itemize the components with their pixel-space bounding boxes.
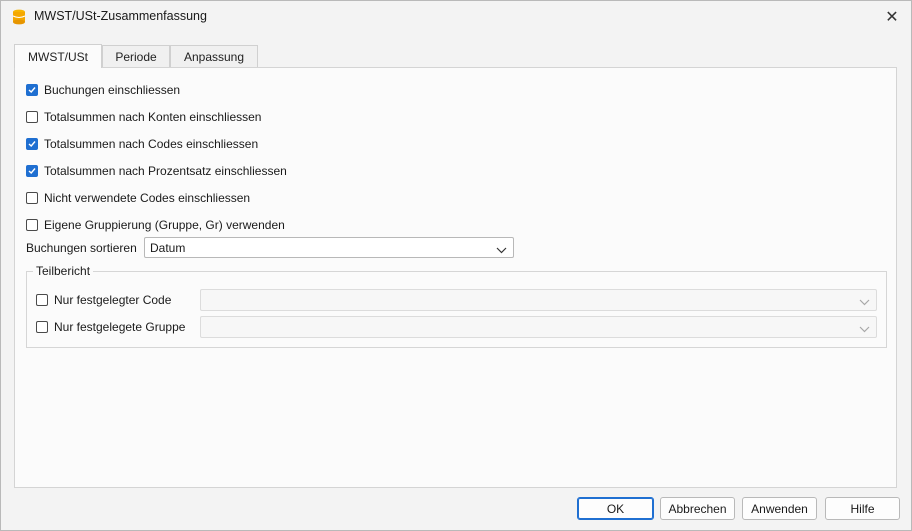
help-button[interactable]: Hilfe — [825, 497, 900, 520]
ok-button[interactable]: OK — [577, 497, 654, 520]
check-icon — [28, 141, 36, 148]
check-icon — [28, 168, 36, 175]
option-specific-code[interactable]: Nur festgelegter Code — [36, 292, 171, 308]
option-totals-konten[interactable]: Totalsummen nach Konten einschliessen — [26, 109, 261, 125]
option-label: Totalsummen nach Codes einschliessen — [44, 137, 259, 151]
title-bar: MWST/USt-Zusammenfassung ✕ — [1, 1, 911, 33]
checkbox[interactable] — [26, 192, 38, 204]
option-totals-prozentsatz[interactable]: Totalsummen nach Prozentsatz einschliess… — [26, 163, 287, 179]
chevron-down-icon — [496, 243, 507, 257]
close-icon: ✕ — [885, 9, 899, 26]
tab-periode[interactable]: Periode — [102, 45, 170, 67]
tab-mwst[interactable]: MWST/USt — [14, 44, 102, 68]
option-label: Buchungen einschliessen — [44, 83, 181, 97]
checkbox[interactable] — [26, 219, 38, 231]
chevron-down-icon — [859, 295, 870, 309]
cancel-button[interactable]: Abbrechen — [660, 497, 735, 520]
option-label: Eigene Gruppierung (Gruppe, Gr) verwende… — [44, 218, 285, 232]
tab-anpassung[interactable]: Anpassung — [170, 45, 258, 67]
sort-label: Buchungen sortieren — [26, 241, 137, 255]
option-label: Nur festgelegete Gruppe — [54, 320, 186, 334]
dialog-window: MWST/USt-Zusammenfassung ✕ MWST/USt Peri… — [0, 0, 912, 531]
checkbox[interactable] — [26, 165, 38, 177]
sort-value: Datum — [150, 241, 186, 255]
option-label: Totalsummen nach Konten einschliessen — [44, 110, 262, 124]
group-select[interactable] — [200, 316, 877, 338]
close-button[interactable]: ✕ — [877, 4, 907, 30]
window-title: MWST/USt-Zusammenfassung — [34, 9, 207, 23]
checkbox[interactable] — [36, 321, 48, 333]
code-select[interactable] — [200, 289, 877, 311]
option-label: Nicht verwendete Codes einschliessen — [44, 191, 251, 205]
option-label: Nur festgelegter Code — [54, 293, 172, 307]
checkbox[interactable] — [26, 84, 38, 96]
option-totals-codes[interactable]: Totalsummen nach Codes einschliessen — [26, 136, 258, 152]
group-title: Teilbericht — [33, 264, 94, 278]
partial-report-group: Teilbericht Nur festgelegter Code Nur fe… — [26, 264, 887, 348]
checkbox[interactable] — [26, 138, 38, 150]
check-icon — [28, 87, 36, 94]
option-unused-codes[interactable]: Nicht verwendete Codes einschliessen — [26, 190, 250, 206]
tab-panel: Buchungen einschliessen Totalsummen nach… — [14, 67, 897, 488]
option-own-grouping[interactable]: Eigene Gruppierung (Gruppe, Gr) verwende… — [26, 217, 285, 233]
option-specific-group[interactable]: Nur festgelegete Gruppe — [36, 319, 185, 335]
sort-select[interactable]: Datum — [144, 237, 514, 258]
app-stack-icon — [12, 9, 26, 25]
option-label: Totalsummen nach Prozentsatz einschliess… — [44, 164, 287, 178]
option-buchungen[interactable]: Buchungen einschliessen — [26, 82, 180, 98]
apply-button[interactable]: Anwenden — [742, 497, 817, 520]
checkbox[interactable] — [36, 294, 48, 306]
chevron-down-icon — [859, 322, 870, 336]
checkbox[interactable] — [26, 111, 38, 123]
